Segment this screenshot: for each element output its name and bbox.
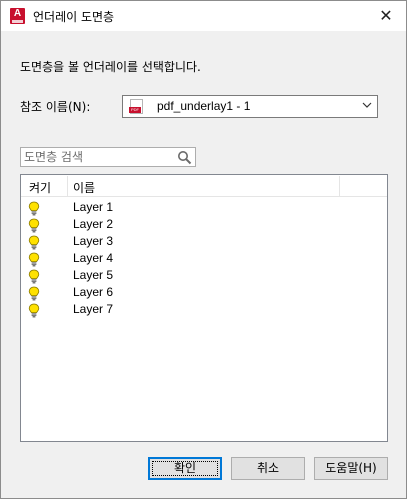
close-button[interactable]: ✕ [366,1,406,31]
layer-name: Layer 5 [73,268,114,282]
lightbulb-on-icon[interactable] [28,252,40,267]
layer-row[interactable]: Layer 2 [21,216,387,233]
lightbulb-on-icon[interactable] [28,235,40,250]
layer-row[interactable]: Layer 4 [21,250,387,267]
lightbulb-on-icon[interactable] [28,218,40,233]
layer-name: Layer 3 [73,234,114,248]
pdf-file-icon: PDF [129,99,143,114]
layer-row[interactable]: Layer 1 [21,199,387,216]
column-header-name[interactable]: 이름 [73,179,95,196]
layer-name: Layer 7 [73,302,114,316]
ok-button[interactable]: 확인 [148,457,222,480]
layer-list-header: 켜기 이름 [21,175,387,197]
help-button[interactable]: 도움말(H) [314,457,388,480]
layer-row[interactable]: Layer 7 [21,301,387,318]
chevron-down-icon [362,102,372,108]
window-title: 언더레이 도면층 [33,10,115,24]
reference-name-value: pdf_underlay1 - 1 [157,99,251,113]
autocad-app-icon: A [10,8,25,24]
layer-row[interactable]: Layer 6 [21,284,387,301]
column-divider[interactable] [67,176,68,196]
layer-row[interactable]: Layer 5 [21,267,387,284]
reference-name-dropdown[interactable]: PDF pdf_underlay1 - 1 [122,95,378,118]
column-header-on[interactable]: 켜기 [29,179,51,196]
lightbulb-on-icon[interactable] [28,286,40,301]
cancel-button[interactable]: 취소 [231,457,305,480]
layer-name: Layer 6 [73,285,114,299]
layer-search-input[interactable] [21,148,171,166]
title-bar[interactable]: A 언더레이 도면층 ✕ [1,1,406,31]
layer-name: Layer 4 [73,251,114,265]
reference-name-label: 참조 이름(N): [20,100,91,114]
column-divider[interactable] [339,176,340,196]
layer-rows: Layer 1 Layer 2 Layer 3 Layer 4 Layer 5 Layer… [21,199,387,318]
lightbulb-on-icon[interactable] [28,201,40,216]
lightbulb-on-icon[interactable] [28,303,40,318]
layer-search-box[interactable] [20,147,196,167]
lightbulb-on-icon[interactable] [28,269,40,284]
search-icon[interactable] [177,150,192,165]
layer-row[interactable]: Layer 3 [21,233,387,250]
instruction-text: 도면층을 볼 언더레이를 선택합니다. [20,60,201,74]
close-icon: ✕ [379,6,393,25]
layer-name: Layer 1 [73,200,114,214]
layer-list[interactable]: 켜기 이름 Layer 1 Layer 2 Layer 3 Layer 4 Layer … [20,174,388,442]
underlay-layers-dialog: A 언더레이 도면층 ✕ 도면층을 볼 언더레이를 선택합니다. 참조 이름(N… [0,0,407,499]
layer-name: Layer 2 [73,217,114,231]
